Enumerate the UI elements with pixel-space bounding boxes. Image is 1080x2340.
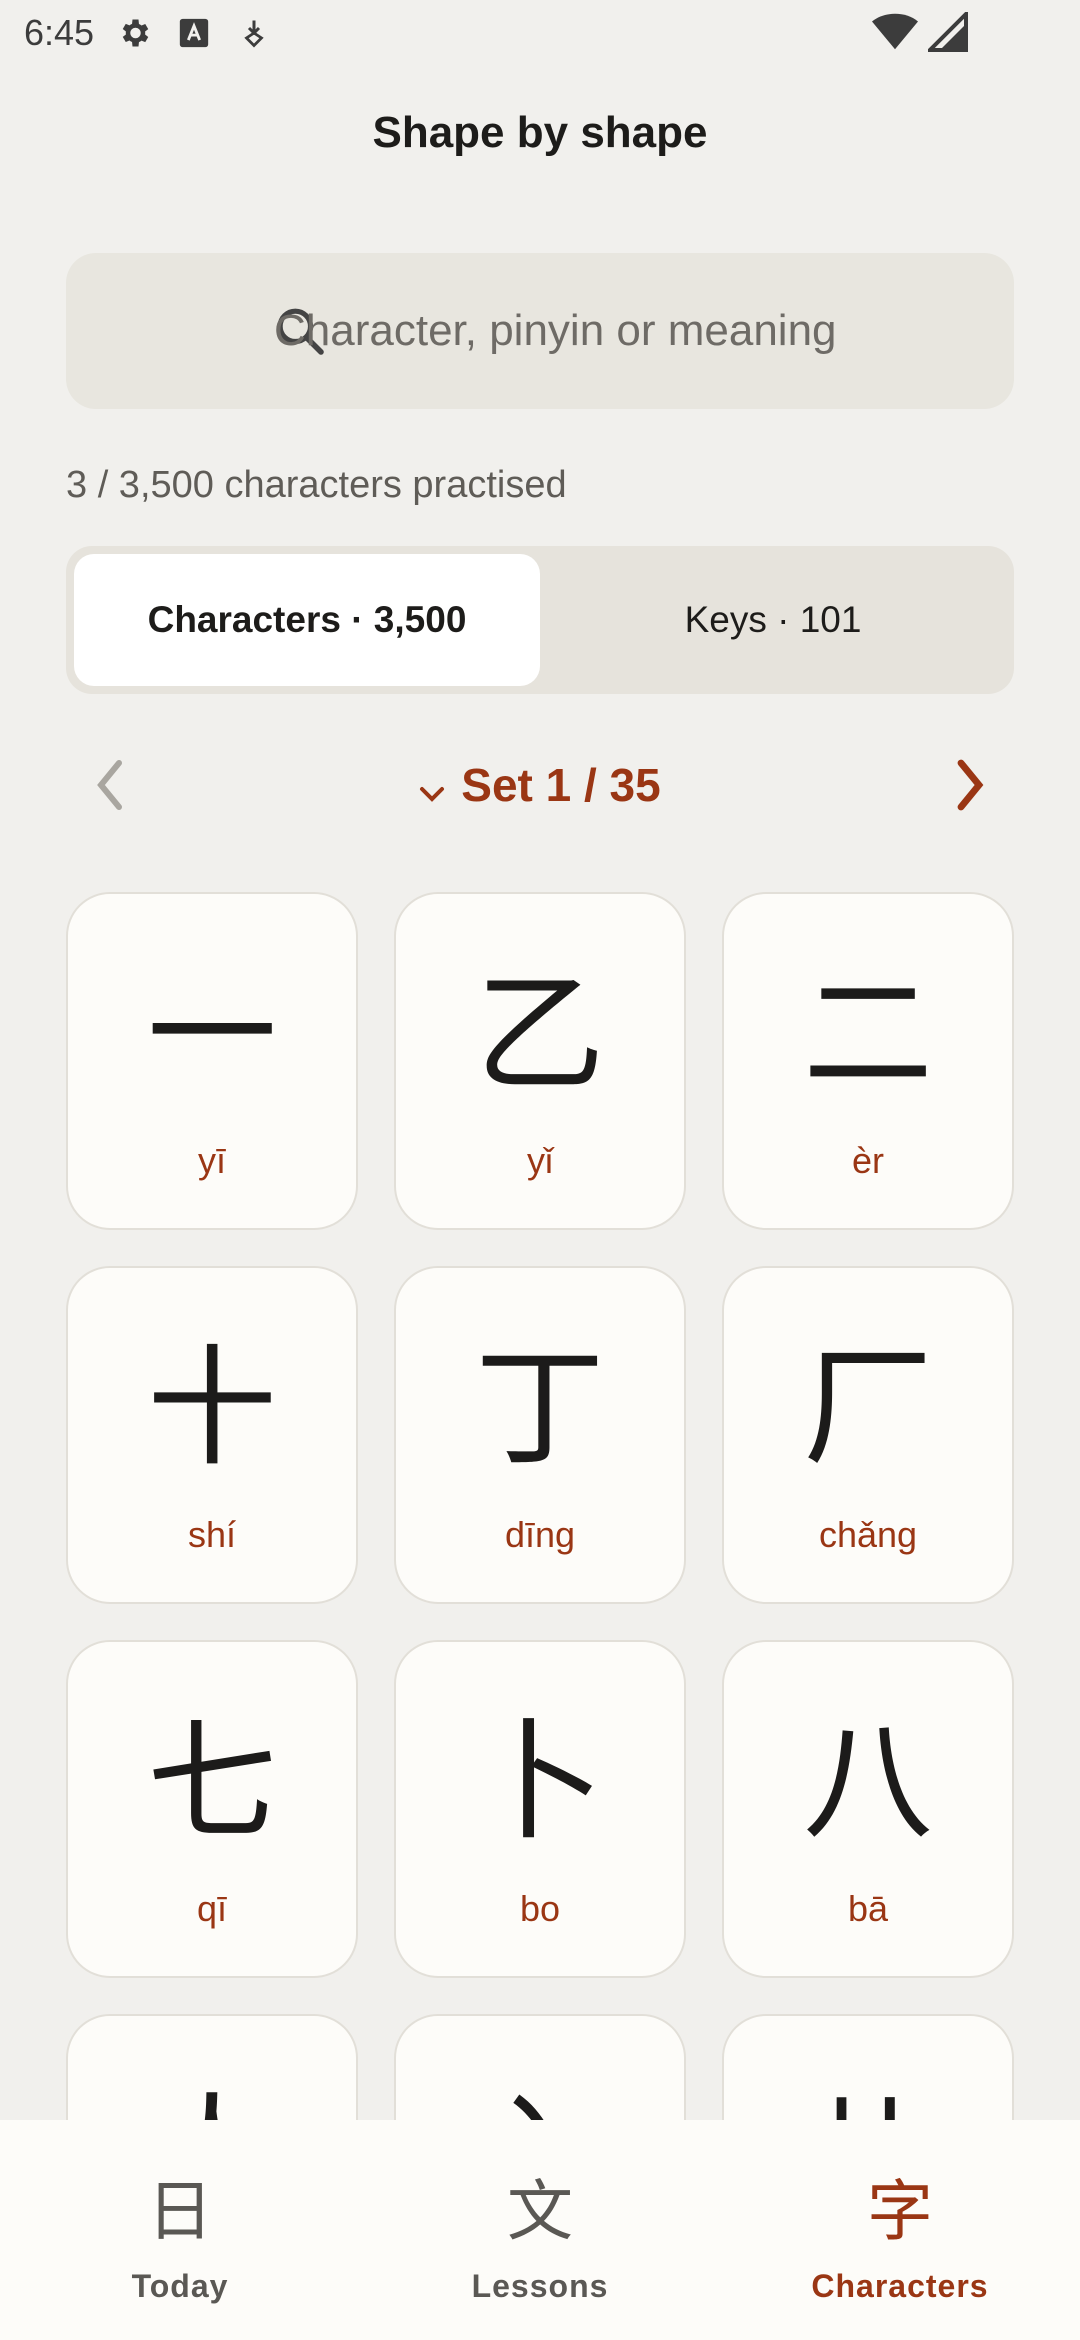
character-card[interactable]: 厂 chǎng [722, 1266, 1014, 1604]
character-card[interactable]: 卜 bo [394, 1640, 686, 1978]
character-pinyin: shí [187, 1514, 237, 1555]
previous-set-button[interactable] [66, 740, 156, 830]
status-time: 6:45 [24, 12, 95, 53]
nav-label: Characters [811, 2268, 989, 2304]
character-card[interactable]: 一 yī [66, 892, 358, 1230]
tab-keys[interactable]: Keys · 101 [540, 554, 1006, 686]
character-glyph: 厂 [802, 1332, 933, 1484]
character-card[interactable]: 丁 dīng [394, 1266, 686, 1604]
character-glyph: 二 [802, 958, 933, 1110]
character-glyph: 八 [802, 1706, 933, 1858]
lessons-icon: 文 [507, 2173, 573, 2250]
character-card[interactable]: 十 shí [66, 1266, 358, 1604]
character-glyph: 一 [146, 958, 277, 1110]
character-pinyin: èr [851, 1140, 884, 1181]
character-glyph: 乙 [474, 958, 605, 1110]
set-selector[interactable]: Set 1 / 35 [419, 758, 661, 812]
character-card[interactable]: 二 èr [722, 892, 1014, 1230]
segmented-control: Characters · 3,500 Keys · 101 [66, 546, 1014, 694]
character-pinyin: yī [197, 1140, 226, 1181]
character-pinyin: bo [519, 1888, 561, 1929]
status-bar: 6:45 [0, 0, 1080, 66]
character-card[interactable]: 八 bā [722, 1640, 1014, 1978]
character-pinyin: dīng [504, 1514, 576, 1555]
nav-label: Today [131, 2268, 229, 2304]
set-label: Set 1 / 35 [461, 759, 661, 811]
next-set-button[interactable] [924, 740, 1014, 830]
chevron-down-icon [419, 778, 445, 810]
character-glyph: 卜 [474, 1706, 605, 1858]
bottom-navigation: 日 Today 文 Lessons 字 Characters [0, 2120, 1080, 2340]
character-pinyin: qī [196, 1888, 228, 1929]
set-navigator: Set 1 / 35 [66, 740, 1014, 830]
character-glyph: 丁 [474, 1332, 605, 1484]
settings-icon [112, 11, 156, 55]
chevron-right-icon [957, 759, 984, 811]
tab-characters[interactable]: Characters · 3,500 [74, 554, 540, 686]
search-input[interactable] [274, 253, 994, 409]
nav-lessons[interactable]: 文 Lessons [360, 2120, 720, 2340]
characters-icon: 字 [867, 2173, 933, 2250]
signal-icon [925, 9, 968, 61]
nav-today[interactable]: 日 Today [0, 2120, 360, 2340]
character-card[interactable]: 乙 yǐ [394, 892, 686, 1230]
download-icon [232, 11, 276, 55]
progress-text: 3 / 3,500 characters practised [66, 464, 567, 506]
character-pinyin: chǎng [818, 1514, 918, 1555]
wifi-icon [872, 12, 918, 61]
character-glyph: 十 [146, 1332, 277, 1484]
today-icon: 日 [147, 2173, 213, 2250]
character-card[interactable]: 七 qī [66, 1640, 358, 1978]
search-box[interactable] [66, 253, 1014, 409]
character-pinyin: yǐ [527, 1140, 553, 1181]
text-a-icon [172, 11, 216, 55]
nav-characters[interactable]: 字 Characters [720, 2120, 1080, 2340]
character-glyph: 七 [146, 1706, 277, 1858]
character-pinyin: bā [847, 1888, 889, 1929]
page-title: Shape by shape [372, 108, 708, 157]
nav-label: Lessons [471, 2268, 609, 2304]
chevron-left-icon [97, 760, 122, 810]
